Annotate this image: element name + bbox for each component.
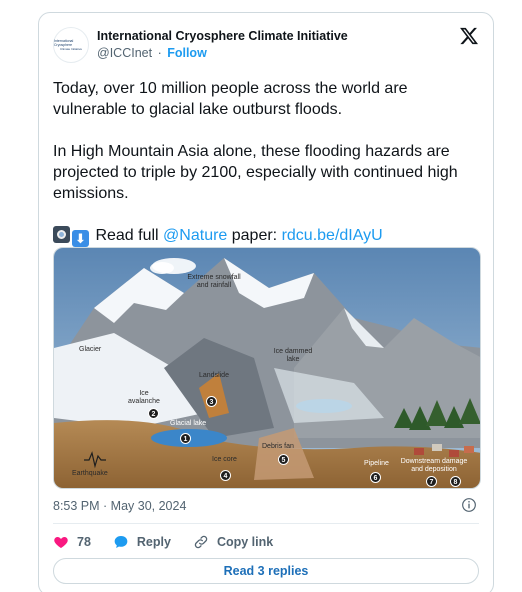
label-glacial-lake: Glacial lake xyxy=(170,420,207,427)
read-mid-text: paper: xyxy=(227,227,282,244)
read-replies-button[interactable]: Read 3 replies xyxy=(53,558,479,584)
tweet-paragraph-2: In High Mountain Asia alone, these flood… xyxy=(53,143,458,202)
x-logo-icon[interactable] xyxy=(459,26,479,46)
marker-8: 8 xyxy=(450,476,461,487)
diagram-image[interactable]: Extreme snowfall and rainfall Glacier Ice… xyxy=(53,247,481,489)
marker-4: 4 xyxy=(220,470,231,481)
label-earthquake: Earthquake xyxy=(72,470,108,477)
tweet-text: Today, over 10 million people across the… xyxy=(53,78,483,247)
marker-6: 6 xyxy=(370,472,381,483)
author-name[interactable]: International Cryosphere Climate Initiat… xyxy=(97,29,348,43)
marker-5: 5 xyxy=(278,454,289,465)
tweet-paragraph-1: Today, over 10 million people across the… xyxy=(53,80,408,118)
info-icon[interactable] xyxy=(461,497,477,513)
label-ice-dammed-lake: Ice dammed lake xyxy=(273,348,313,363)
reply-button[interactable]: Reply xyxy=(113,534,171,550)
label-ice-core: Ice core xyxy=(212,456,237,463)
avatar-text-line1: International Cryosphere xyxy=(54,39,74,47)
like-count: 78 xyxy=(77,535,91,549)
author-handle-line: @ICCInet · Follow xyxy=(97,46,207,60)
tweet-card: International Cryosphere Climate Initiat… xyxy=(38,12,494,592)
reply-label: Reply xyxy=(136,535,171,549)
reply-bubble-icon xyxy=(114,536,128,548)
marker-3: 3 xyxy=(206,396,217,407)
action-bar: 78 Reply Copy link xyxy=(53,530,295,554)
paper-link[interactable]: rdcu.be/dIAyU xyxy=(282,227,383,244)
like-button[interactable]: 78 xyxy=(53,534,91,550)
read-prefix: Read full xyxy=(95,227,164,244)
nature-mention-link[interactable]: @Nature xyxy=(163,227,227,244)
label-snowfall: Extreme snowfall and rainfall xyxy=(187,274,241,289)
down-arrow-icon: ⬇ xyxy=(72,230,89,247)
label-glacier: Glacier xyxy=(79,346,102,353)
marker-2: 2 xyxy=(148,408,159,419)
tweet-read-line: ⬇ Read full @Nature paper: rdcu.be/dIAyU xyxy=(53,225,483,247)
label-debris-fan: Debris fan xyxy=(262,443,294,450)
tweet-timestamp[interactable]: 8:53 PM · May 30, 2024 xyxy=(53,499,186,513)
camera-icon xyxy=(53,226,70,243)
marker-1: 1 xyxy=(180,433,191,444)
avatar-text-line2: Climate Initiative xyxy=(59,47,82,51)
marker-7: 7 xyxy=(426,476,437,487)
glof-illustration xyxy=(54,248,480,488)
author-avatar[interactable]: International Cryosphere Climate Initiat… xyxy=(53,27,89,63)
label-landslide: Landslide xyxy=(199,372,229,379)
label-pipeline: Pipeline xyxy=(364,460,389,467)
follow-button[interactable]: Follow xyxy=(167,46,207,60)
copy-link-button[interactable]: Copy link xyxy=(193,534,273,550)
label-downstream-damage: Downstream damage and deposition xyxy=(400,458,468,473)
heart-icon xyxy=(54,537,68,548)
label-ice-avalanche: Ice avalanche xyxy=(128,390,160,405)
copy-link-label: Copy link xyxy=(216,535,274,549)
divider xyxy=(53,523,479,524)
separator-dot: · xyxy=(157,46,162,60)
link-icon xyxy=(194,535,208,549)
author-handle[interactable]: @ICCInet xyxy=(97,46,152,60)
